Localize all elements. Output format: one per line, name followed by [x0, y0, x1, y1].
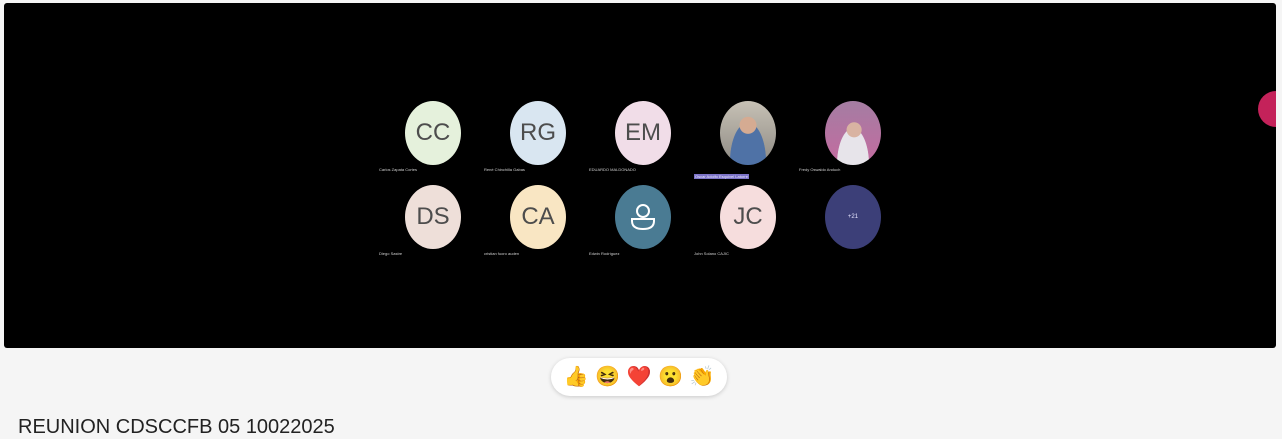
participant-tile[interactable]: Edwin Rodríguez: [589, 185, 699, 256]
participant-name: John Solano CAJIC: [694, 251, 729, 256]
participant-tile[interactable]: Oscar Adolfo Esquivel Latorre: [694, 101, 804, 183]
participant-avatar: RG: [510, 101, 566, 165]
participant-tile[interactable]: Fredy Oswaldo Anduch: [799, 101, 909, 172]
participant-name: René Chinchilla Gabas: [484, 167, 525, 172]
participant-name: Oscar Adolfo Esquivel Latorre: [694, 174, 749, 179]
reaction-surprised-icon[interactable]: 😮: [658, 367, 683, 387]
meeting-title: REUNION CDSCCFB 05 10022025: [18, 416, 335, 438]
participant-name: Carlos Zapata Cortes: [379, 167, 418, 172]
participant-tile[interactable]: DS Diego Sastre: [379, 185, 489, 256]
reactions-bar: 👍 😆 ❤️ 😮 👏: [551, 358, 727, 396]
participant-tile[interactable]: EM EDUARDO MALDONADO: [589, 101, 699, 172]
person-icon: [615, 185, 671, 249]
participant-avatar: CC: [405, 101, 461, 165]
participant-name: EDUARDO MALDONADO: [589, 167, 636, 172]
reaction-heart-icon[interactable]: ❤️: [627, 367, 652, 387]
participant-avatar: DS: [405, 185, 461, 249]
more-participants-badge: +21: [825, 185, 881, 249]
participant-tile[interactable]: JC John Solano CAJIC: [694, 185, 804, 256]
participant-avatar: CA: [510, 185, 566, 249]
participant-name: cristian fuoro auden: [484, 251, 520, 256]
participant-tile[interactable]: CA cristian fuoro auden: [484, 185, 594, 256]
participant-name: Edwin Rodríguez: [589, 251, 620, 256]
participant-avatar: JC: [720, 185, 776, 249]
reaction-like-icon[interactable]: 👍: [564, 367, 589, 387]
participant-tile[interactable]: CC Carlos Zapata Cortes: [379, 101, 489, 172]
reaction-laugh-icon[interactable]: 😆: [595, 367, 620, 387]
participant-name: Fredy Oswaldo Anduch: [799, 167, 841, 172]
participant-photo: [825, 101, 881, 165]
reaction-applause-icon[interactable]: 👏: [690, 367, 715, 387]
participant-avatar: EM: [615, 101, 671, 165]
side-panel-toggle[interactable]: [1258, 91, 1276, 127]
participant-tile[interactable]: +21: [799, 185, 909, 249]
participant-tile[interactable]: RG René Chinchilla Gabas: [484, 101, 594, 172]
participant-name: Diego Sastre: [379, 251, 403, 256]
participant-photo: [720, 101, 776, 165]
video-stage: CC Carlos Zapata Cortes RG René Chinchilla …: [4, 3, 1276, 348]
